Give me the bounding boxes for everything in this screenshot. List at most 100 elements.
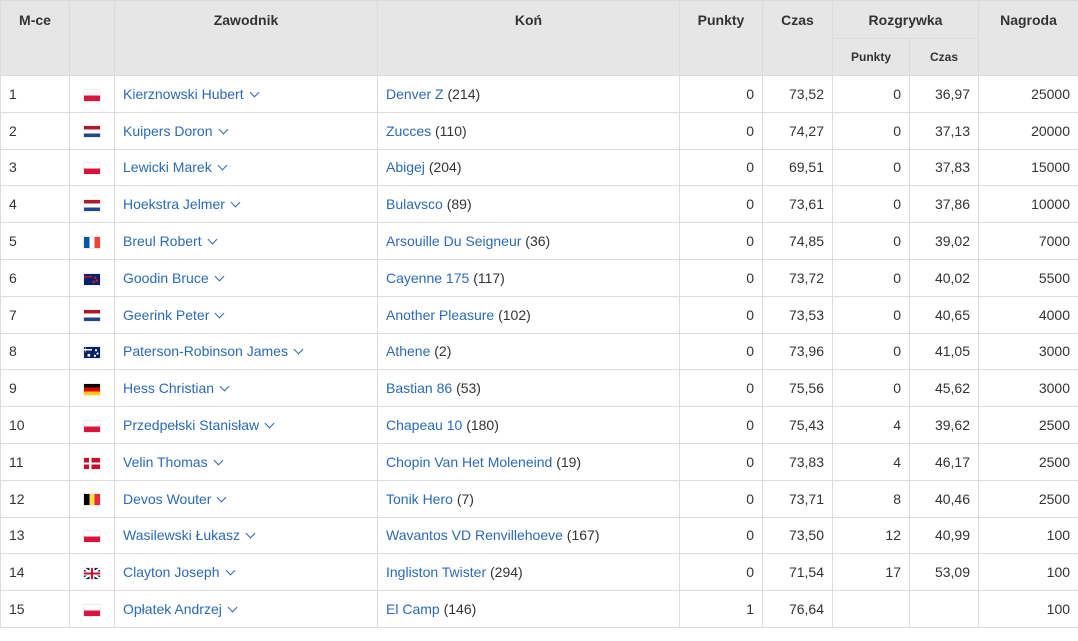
rider-link[interactable]: Devos Wouter [123, 491, 227, 507]
flag-cell [69, 332, 115, 371]
points-cell: 0 [679, 479, 763, 518]
horse-link[interactable]: Wavantos VD Renvillehoeve [386, 527, 563, 543]
horse-id: (204) [428, 159, 462, 176]
rider-link[interactable]: Hess Christian [123, 380, 230, 396]
rider-link[interactable]: Goodin Bruce [123, 270, 225, 286]
points-cell: 0 [679, 332, 763, 371]
horse-link[interactable]: Chopin Van Het Moleneind [386, 454, 552, 470]
horse-link[interactable]: Denver Z [386, 86, 444, 102]
place-cell: 9 [0, 369, 70, 408]
jumpoff-points-cell: 0 [832, 75, 910, 113]
rider-link[interactable]: Lewicki Marek [123, 159, 228, 175]
rider-link[interactable]: Wasilewski Łukasz [123, 527, 256, 543]
rider-link[interactable]: Kierznowski Hubert [123, 86, 260, 102]
horse-cell: El Camp (146) [377, 590, 680, 628]
rider-link[interactable]: Clayton Joseph [123, 564, 235, 580]
col-header-rider[interactable]: Zawodnik [114, 0, 378, 76]
points-cell: 0 [679, 406, 763, 444]
flag-cell [69, 222, 115, 260]
table-row: 6 Goodin Bruce Cayenne 175 (117) 0 73,72 0 40,… [0, 258, 1078, 297]
col-header-jumpoff-points[interactable]: Punkty [832, 38, 910, 76]
col-header-jumpoff: Rozgrywka [831, 0, 980, 39]
horse-link[interactable]: Tonik Hero [386, 491, 453, 507]
flag-cell [69, 590, 115, 628]
jumpoff-points-cell: 17 [832, 553, 910, 592]
rider-cell: Devos Wouter [114, 479, 378, 518]
chevron-down-icon[interactable] [230, 197, 241, 208]
horse-link[interactable]: El Camp [386, 601, 440, 617]
rider-name: Opłatek Andrzej [123, 601, 222, 618]
chevron-down-icon[interactable] [245, 529, 256, 539]
place-cell: 10 [0, 406, 70, 444]
rider-link[interactable]: Kuipers Doron [123, 122, 228, 139]
jumpoff-time-cell [908, 590, 980, 628]
chevron-down-icon[interactable] [227, 602, 238, 613]
flag-cell [69, 148, 115, 187]
rider-cell: Geerink Peter [114, 295, 378, 334]
horse-id: (36) [525, 233, 551, 250]
rider-cell: Paterson-Robinson James [114, 332, 378, 371]
chevron-down-icon[interactable] [249, 87, 260, 98]
chevron-down-icon[interactable] [225, 565, 235, 576]
col-header-time[interactable]: Czas [762, 0, 833, 76]
jumpoff-time-cell: 41,05 [908, 332, 980, 371]
place-cell: 3 [0, 148, 70, 187]
flag-cell [69, 369, 115, 408]
col-header-points[interactable]: Punkty [679, 0, 763, 76]
points-cell: 0 [679, 111, 763, 150]
jumpoff-points-cell: 8 [832, 479, 910, 518]
horse-link[interactable]: Cayenne 175 [386, 270, 469, 286]
country-flag-icon [84, 236, 100, 248]
flag-cell [69, 111, 115, 150]
chevron-down-icon[interactable] [264, 418, 275, 429]
rider-name: Kuipers Doron [123, 122, 213, 139]
chevron-down-icon[interactable] [213, 455, 224, 466]
country-flag-icon [84, 420, 100, 432]
chevron-down-icon[interactable] [207, 234, 218, 245]
rider-link[interactable]: Hoekstra Jelmer [123, 196, 241, 212]
jumpoff-time-cell: 40,46 [908, 479, 980, 518]
chevron-down-icon[interactable] [218, 124, 228, 135]
table-row: 5 Breul Robert Arsouille Du Seigneur (36) 0… [0, 222, 1078, 260]
jumpoff-points-cell: 0 [832, 332, 910, 371]
horse-link[interactable]: Athene [386, 343, 430, 359]
rider-link[interactable]: Paterson-Robinson James [123, 343, 304, 359]
rider-link[interactable]: Opłatek Andrzej [123, 601, 238, 618]
col-header-place[interactable]: M-ce [0, 0, 70, 76]
col-header-horse[interactable]: Koń [377, 0, 680, 76]
horse-id: (110) [435, 122, 467, 139]
chevron-down-icon[interactable] [293, 345, 304, 355]
horse-link[interactable]: Abigej [386, 159, 425, 175]
horse-link[interactable]: Another Pleasure [386, 307, 494, 323]
table-row: 1 Kierznowski Hubert Denver Z (214) 0 73,52 0… [0, 75, 1078, 113]
rider-link[interactable]: Geerink Peter [123, 307, 225, 323]
horse-link[interactable]: Bastian 86 [386, 380, 452, 396]
horse-link[interactable]: Arsouille Du Seigneur [386, 233, 521, 249]
horse-id: (89) [446, 196, 472, 213]
col-header-prize[interactable]: Nagroda [978, 0, 1078, 76]
place-cell: 15 [0, 590, 70, 628]
jumpoff-time-cell: 37,13 [908, 111, 980, 150]
horse-link[interactable]: Ingliston Twister [386, 564, 486, 580]
place-cell: 2 [0, 111, 70, 150]
time-cell: 73,96 [762, 332, 833, 371]
rider-link[interactable]: Przedpełski Stanisław [123, 417, 275, 433]
chevron-down-icon[interactable] [219, 381, 230, 392]
horse-id: (294) [490, 564, 523, 581]
col-header-jumpoff-time[interactable]: Czas [908, 38, 980, 76]
jumpoff-time-cell: 37,86 [908, 185, 980, 224]
chevron-down-icon[interactable] [217, 161, 228, 171]
horse-link[interactable]: Bulavsco [386, 196, 443, 212]
rider-link[interactable]: Breul Robert [123, 233, 218, 249]
country-flag-icon [84, 568, 100, 580]
chevron-down-icon[interactable] [217, 492, 227, 503]
horse-link[interactable]: Zucces [386, 123, 431, 139]
chevron-down-icon[interactable] [214, 271, 225, 282]
col-header-flag [69, 0, 115, 76]
horse-cell: Zucces (110) [377, 111, 680, 150]
horse-id: (102) [498, 306, 531, 323]
chevron-down-icon[interactable] [214, 308, 225, 319]
rider-cell: Velin Thomas [114, 442, 378, 481]
horse-link[interactable]: Chapeau 10 [386, 417, 462, 433]
rider-link[interactable]: Velin Thomas [123, 454, 224, 470]
